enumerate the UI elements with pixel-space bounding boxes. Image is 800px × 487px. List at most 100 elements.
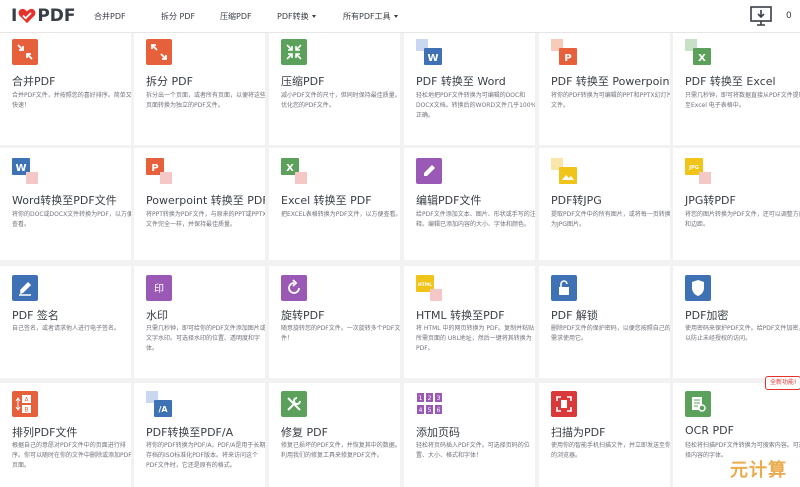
svg-text:P: P <box>151 163 158 174</box>
tool-card[interactable]: 印水印只需几秒钟，即可给你的PDF文件添加图片或文字水印。可选择水印的位置、透明… <box>134 266 265 378</box>
nav-compress-pdf[interactable]: 压缩PDF <box>220 11 252 22</box>
tool-description: 轻松将页码插入PDF文件。可选择页码的位置、大小、格式和字体！ <box>416 442 530 459</box>
tool-description: 轻松地把PDF文件转换为可编辑的DOC和DOCX文档。转换后的WORD文件几乎1… <box>416 92 535 119</box>
svg-text:X: X <box>286 163 294 174</box>
heart-icon <box>18 8 36 24</box>
header-right-label: 0 <box>786 11 792 21</box>
chevron-down-icon <box>393 15 398 18</box>
tool-title: 拆分 PDF <box>146 75 193 88</box>
svg-text:6: 6 <box>437 407 441 414</box>
rotate-pdf-icon <box>281 275 307 301</box>
tool-card[interactable]: 编辑PDF文件 给PDF文件添加文本、图片、形状或手写的注释。编辑已添加内容的大小… <box>404 148 535 260</box>
pdf-to-word-icon: W <box>416 39 442 65</box>
pdf-to-jpg-icon <box>551 158 577 184</box>
nav-label: 所有PDF工具 <box>343 12 391 21</box>
tool-card[interactable]: P Powerpoint 转换至 PDF 将PPT转换为PDF文件，与原来的PPT或… <box>134 148 265 260</box>
nav-merge-pdf[interactable]: 合并PDF <box>94 11 126 22</box>
tool-card[interactable]: PDF 解锁 删除PDF文件的保护密码，以便您按照自己的需求使用它。 <box>539 266 670 378</box>
powerpoint-to-pdf-icon: P <box>146 158 172 184</box>
tool-card[interactable]: PDF 签名自己签名，或者请求他人进行电子签名。 <box>0 266 131 378</box>
tool-description: 随意旋转您的PDF文件。一次旋转多个PDF文件！ <box>281 325 400 342</box>
tool-title: 合并PDF <box>12 75 56 88</box>
tool-description: 使用你的智能手机扫描文件，并立即发送至你的浏览器。 <box>551 442 670 459</box>
tool-title: 压缩PDF <box>281 75 325 88</box>
tool-card[interactable]: PDF加密 使用密码来保护PDF文件。给PDF文件加密，以防止未经授权的访问。 <box>673 266 800 378</box>
tool-title: 添加页码 <box>416 426 460 439</box>
tool-card[interactable]: /A PDF转换至PDF/A 将你的PDF转换为PDF/A。PDF/A是用于长期存档… <box>134 383 265 487</box>
chevron-down-icon <box>311 15 316 18</box>
tool-title: 扫描为PDF <box>551 426 606 439</box>
svg-text:4: 4 <box>419 407 423 414</box>
new-feature-badge: 全新功能! <box>765 376 800 390</box>
svg-text:1: 1 <box>419 395 423 402</box>
tool-description: 提取PDF文件中的所有图片，或将每一页转换为JPG图片。 <box>551 211 670 228</box>
nav-convert-pdf[interactable]: PDF转换 <box>277 11 316 22</box>
tool-card[interactable]: 合并PDF 合并PDF文件，并按照您的喜好排序。简单又快速！ <box>0 33 131 145</box>
site-watermark: 元计算 <box>730 460 787 481</box>
protect-pdf-icon <box>685 275 711 301</box>
tool-card[interactable]: 旋转PDF 随意旋转您的PDF文件。一次旋转多个PDF文件！ <box>269 266 400 378</box>
svg-text:P: P <box>564 53 571 64</box>
tool-card[interactable]: P PDF 转换至 Powerpoint 将你的PDF转换为可编辑的PPT和PPTX… <box>539 33 670 145</box>
excel-to-pdf-icon: X <box>281 158 307 184</box>
tool-title: JPG转PDF <box>685 194 736 207</box>
nav-label: 合并PDF <box>94 12 126 21</box>
top-navbar: I PDF 合并PDF 拆分 PDF 压缩PDF PDF转换 所有PDF工具 0 <box>0 0 800 33</box>
tool-card[interactable]: 扫描为PDF 使用你的智能手机扫描文件，并立即发送至你的浏览器。 <box>539 383 670 487</box>
tool-description: 修复已损坏的PDF文件，并恢复其中的数据。利用我们的修复工具来修复PDF文件。 <box>281 442 400 459</box>
tool-title: PDF 签名 <box>12 309 59 322</box>
tool-title: 修复 PDF <box>281 426 328 439</box>
tool-description: 将你的PDF转换为PDF/A。PDF/A是用于长期存档的ISO标准化PDF版本。… <box>146 442 265 469</box>
unlock-pdf-icon <box>551 275 577 301</box>
jpg-to-pdf-icon: JPG <box>685 158 711 184</box>
tool-card[interactable]: 压缩PDF 减小PDF文件的尺寸，但同时保持最佳质量。优化您的PDF文件。 <box>269 33 400 145</box>
svg-text:X: X <box>698 53 706 64</box>
tool-card[interactable]: HTML HTML 转换至PDF 将 HTML 中的网页转换为 PDF。复制并粘贴所… <box>404 266 535 378</box>
tool-card[interactable]: W PDF 转换至 Word 轻松地把PDF文件转换为可编辑的DOC和DOCX文档。… <box>404 33 535 145</box>
tool-description: 把EXCEL表格转换为PDF文件，以方便查看。 <box>281 211 400 218</box>
tool-title: PDF转换至PDF/A <box>146 426 234 439</box>
pdf-to-excel-icon: X <box>685 39 711 65</box>
tool-card[interactable]: 1 2 3 4 5 6 添加页码 轻松将页码插入PDF文件。可选择页码的位置、大小、格式和字体… <box>404 383 535 487</box>
merge-icon <box>12 39 38 65</box>
tool-description: 将你的DOC或DOCX文件转换为PDF，以方便查看。 <box>12 211 131 228</box>
ilovepdf-logo[interactable]: I PDF <box>11 6 76 26</box>
tool-title: PDF 解锁 <box>551 309 598 322</box>
svg-text:/A: /A <box>158 405 168 414</box>
desktop-download-icon[interactable] <box>749 4 773 28</box>
tool-description: 将您的图片转换为PDF文件，还可以调整方向和边距。 <box>685 211 800 228</box>
tool-title: OCR PDF <box>685 424 734 437</box>
tool-card[interactable]: X Excel 转换至 PDF 把EXCEL表格转换为PDF文件，以方便查看。 <box>269 148 400 260</box>
svg-text:JPG: JPG <box>688 165 699 171</box>
tool-description: 将PPT转换为PDF文件，与原来的PPT或PPTX文件完全一样，并保持最佳质量。 <box>146 211 265 228</box>
nav-all-pdf-tools[interactable]: 所有PDF工具 <box>343 11 398 22</box>
svg-text:HTML: HTML <box>418 282 432 288</box>
pdf-to-pdfa-icon: /A <box>146 391 172 417</box>
tool-description: 自己签名，或者请求他人进行电子签名。 <box>12 325 121 332</box>
tool-card[interactable]: W Word转换至PDF文件 将你的DOC或DOCX文件转换为PDF，以方便查看。 <box>0 148 131 260</box>
tool-card[interactable]: JPG JPG转PDF 将您的图片转换为PDF文件，还可以调整方向和边距。 <box>673 148 800 260</box>
tool-description: 合并PDF文件，并按照您的喜好排序。简单又快速！ <box>12 92 131 109</box>
tool-title: Word转换至PDF文件 <box>12 194 117 207</box>
tool-title: 旋转PDF <box>281 309 325 322</box>
tool-description: 使用密码来保护PDF文件。给PDF文件加密，以防止未经授权的访问。 <box>685 325 800 342</box>
tool-card[interactable]: 修复 PDF 修复已损坏的PDF文件，并恢复其中的数据。利用我们的修复工具来修复P… <box>269 383 400 487</box>
tool-card[interactable]: 拆分 PDF 拆分出一个页面，或者所有页面，以便将这些页面转换为独立的PDF文件。 <box>134 33 265 145</box>
repair-pdf-icon <box>281 391 307 417</box>
tool-title: 水印 <box>146 309 168 322</box>
tool-title: HTML 转换至PDF <box>416 309 505 322</box>
svg-text:5: 5 <box>428 407 432 414</box>
tool-description: 给PDF文件添加文本、图片、形状或手写的注释。编辑已添加内容的大小、字体和颜色。 <box>416 211 535 228</box>
tool-description: 只需几秒钟，即可给你的PDF文件添加图片或文字水印。可选择水印的位置、透明度和字… <box>146 325 265 352</box>
tool-card[interactable]: A B 排列PDF文件 根据自己的意愿对PDF文件中的页面进行排序。你可以随时在你的文… <box>0 383 131 487</box>
nav-split-pdf[interactable]: 拆分 PDF <box>161 11 195 22</box>
logo-text: PDF <box>37 6 76 26</box>
tool-description: 根据自己的意愿对PDF文件中的页面进行排序。你可以随时在你的文件中删除或添加PD… <box>12 442 131 469</box>
tool-card[interactable]: PDF转JPG 提取PDF文件中的所有图片，或将每一页转换为JPG图片。 <box>539 148 670 260</box>
ocr-pdf-icon <box>685 391 711 417</box>
tool-card[interactable]: X PDF 转换至 Excel 只需几秒钟，即可将数据直接从PDF文件提取至Exce… <box>673 33 800 145</box>
sign-pdf-icon <box>12 275 38 301</box>
watermark-icon: 印 <box>146 275 172 301</box>
svg-text:B: B <box>24 407 28 414</box>
tool-description: 将你的PDF转换为可编辑的PPT和PPTX幻灯片文件。 <box>551 92 670 109</box>
